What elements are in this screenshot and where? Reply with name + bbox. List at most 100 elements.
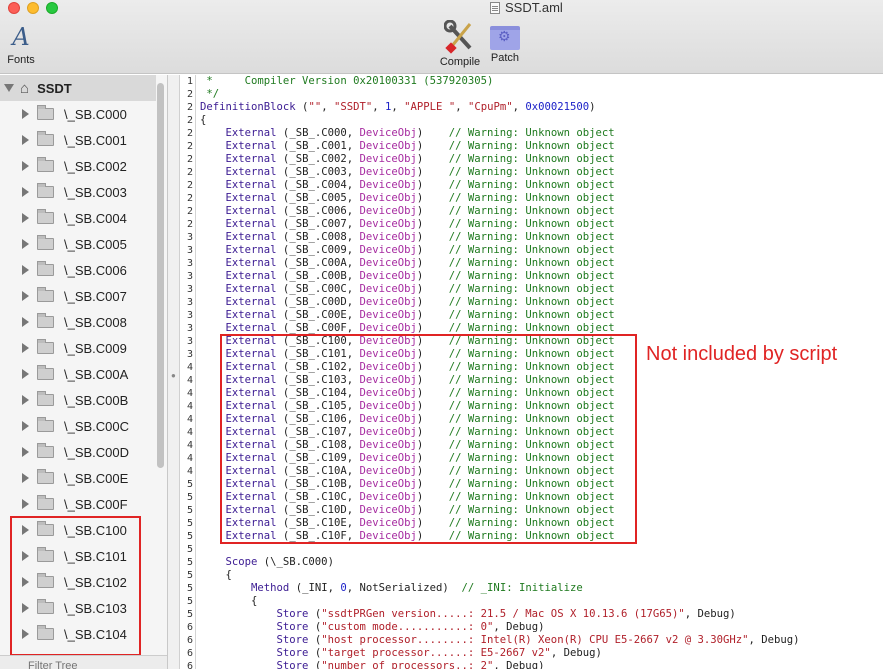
external-declaration-line: External (_SB_.C00A, DeviceObj) // Warni…	[225, 257, 615, 269]
tree-item-label: \_SB.C00A	[64, 366, 129, 382]
folder-icon	[37, 209, 54, 224]
minimize-window-button[interactable]	[27, 2, 39, 14]
tree-item[interactable]: \_SB.C009	[0, 335, 167, 361]
line-number: 2	[186, 193, 193, 204]
zoom-window-button[interactable]	[46, 2, 58, 14]
patch-folder-icon	[490, 26, 520, 50]
patch-label: Patch	[490, 52, 520, 64]
line-number: 3	[186, 284, 193, 295]
tree-item[interactable]: \_SB.C00A	[0, 361, 167, 387]
disclosure-right-icon[interactable]	[22, 239, 29, 249]
disclosure-right-icon[interactable]	[22, 473, 29, 483]
code-line: {	[200, 114, 207, 126]
disclosure-right-icon[interactable]	[22, 265, 29, 275]
line-number: 6	[186, 648, 193, 659]
disclosure-right-icon[interactable]	[22, 421, 29, 431]
disclosure-right-icon[interactable]	[22, 109, 29, 119]
filter-tree-input[interactable]	[28, 659, 138, 669]
line-number: 3	[186, 297, 193, 308]
fonts-icon: A	[12, 23, 30, 51]
code-line: Scope (\_SB.C000)	[225, 556, 334, 568]
compile-button[interactable]: Compile	[437, 20, 483, 68]
tree-item-label: \_SB.C000	[64, 106, 127, 122]
disclosure-right-icon[interactable]	[22, 447, 29, 457]
line-number: 3	[186, 336, 193, 347]
disclosure-down-icon[interactable]	[4, 84, 14, 92]
disclosure-right-icon[interactable]	[22, 395, 29, 405]
code-line: * Compiler Version 0x20100331 (537920305…	[200, 75, 494, 87]
tree-item[interactable]: \_SB.C003	[0, 179, 167, 205]
sidebar-scrollbar[interactable]	[157, 83, 164, 468]
tree-item-label: \_SB.C007	[64, 288, 127, 304]
folder-icon	[37, 391, 54, 406]
tree-item[interactable]: \_SB.C00C	[0, 413, 167, 439]
line-number: 4	[186, 414, 193, 425]
store-line: Store ("target processor......: E5-2667 …	[276, 647, 602, 659]
tree-item-label: \_SB.C003	[64, 184, 127, 200]
external-declaration-line: External (_SB_.C00B, DeviceObj) // Warni…	[225, 270, 615, 282]
folder-icon	[37, 417, 54, 432]
line-number: 2	[186, 219, 193, 230]
tree-item[interactable]: \_SB.C00B	[0, 387, 167, 413]
fonts-button[interactable]: A Fonts	[4, 22, 38, 66]
tree-item[interactable]: \_SB.C008	[0, 309, 167, 335]
disclosure-right-icon[interactable]	[22, 135, 29, 145]
disclosure-right-icon[interactable]	[22, 187, 29, 197]
external-declaration-line: External (_SB_.C003, DeviceObj) // Warni…	[225, 166, 615, 178]
line-number: 2	[186, 167, 193, 178]
line-number: 4	[186, 453, 193, 464]
code-line: DefinitionBlock ("", "SSDT", 1, "APPLE "…	[200, 101, 596, 113]
external-declaration-line: External (_SB_.C001, DeviceObj) // Warni…	[225, 140, 615, 152]
split-divider[interactable]: ●	[168, 75, 180, 669]
line-number: 4	[186, 401, 193, 412]
disclosure-right-icon[interactable]	[22, 499, 29, 509]
line-number: 6	[186, 622, 193, 633]
tree-root-ssdt[interactable]: ⌂ SSDT	[0, 75, 156, 101]
external-declaration-line: External (_SB_.C000, DeviceObj) // Warni…	[225, 127, 615, 139]
tree-item[interactable]: \_SB.C00D	[0, 439, 167, 465]
folder-icon	[37, 105, 54, 120]
line-number: 6	[186, 661, 193, 669]
disclosure-right-icon[interactable]	[22, 213, 29, 223]
line-number: 2	[186, 128, 193, 139]
close-window-button[interactable]	[8, 2, 20, 14]
annotation-text: Not included by script	[646, 343, 838, 365]
line-number: 4	[186, 440, 193, 451]
tree-item[interactable]: \_SB.C007	[0, 283, 167, 309]
line-number: 3	[186, 258, 193, 269]
tree-item[interactable]: \_SB.C004	[0, 205, 167, 231]
line-number: 4	[186, 362, 193, 373]
divider-handle-icon[interactable]: ●	[171, 371, 176, 380]
tree-item[interactable]: \_SB.C000	[0, 101, 167, 127]
line-number: 5	[186, 492, 193, 503]
line-number: 4	[186, 375, 193, 386]
disclosure-right-icon[interactable]	[22, 343, 29, 353]
folder-icon	[37, 339, 54, 354]
disclosure-right-icon[interactable]	[22, 369, 29, 379]
tree-item[interactable]: \_SB.C002	[0, 153, 167, 179]
tree-item[interactable]: \_SB.C005	[0, 231, 167, 257]
folder-icon	[37, 469, 54, 484]
patch-button[interactable]: Patch	[487, 20, 523, 64]
folder-icon	[37, 131, 54, 146]
tree-item[interactable]: \_SB.C00F	[0, 491, 167, 517]
tree-item[interactable]: \_SB.C00E	[0, 465, 167, 491]
disclosure-right-icon[interactable]	[22, 317, 29, 327]
folder-icon	[37, 313, 54, 328]
tree-item[interactable]: \_SB.C006	[0, 257, 167, 283]
line-number: 2	[186, 154, 193, 165]
store-line: Store ("number of processors..: 2", Debu…	[276, 660, 545, 669]
external-declaration-line: External (_SB_.C002, DeviceObj) // Warni…	[225, 153, 615, 165]
line-number: 2	[186, 206, 193, 217]
line-number: 5	[186, 609, 193, 620]
tree-item[interactable]: \_SB.C001	[0, 127, 167, 153]
disclosure-right-icon[interactable]	[22, 161, 29, 171]
folder-icon	[37, 157, 54, 172]
line-number: 3	[186, 310, 193, 321]
code-line: {	[251, 595, 258, 607]
store-line: Store ("ssdtPRGen version.....: 21.5 / M…	[276, 608, 736, 620]
external-declaration-line: External (_SB_.C004, DeviceObj) // Warni…	[225, 179, 615, 191]
disclosure-right-icon[interactable]	[22, 291, 29, 301]
line-number: 5	[186, 518, 193, 529]
